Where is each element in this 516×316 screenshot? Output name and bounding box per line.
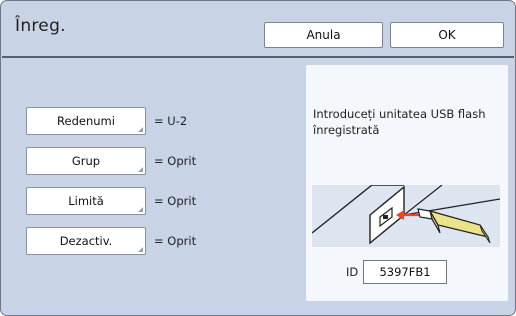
disable-value: = Oprit bbox=[154, 234, 197, 248]
rename-button[interactable]: Redenumi bbox=[26, 107, 146, 135]
usb-insert-icon bbox=[311, 184, 501, 245]
page-title: Înreg. bbox=[15, 16, 66, 36]
group-button[interactable]: Grup bbox=[26, 147, 146, 175]
limit-button[interactable]: Limită bbox=[26, 187, 146, 215]
id-label: ID bbox=[346, 265, 359, 279]
ok-button[interactable]: OK bbox=[390, 22, 504, 48]
limit-value: = Oprit bbox=[154, 194, 197, 208]
dialog-header: Înreg. Anula OK bbox=[2, 2, 514, 58]
usb-insert-illustration bbox=[311, 184, 501, 247]
cancel-button[interactable]: Anula bbox=[264, 22, 383, 48]
dialog-body: Redenumi = U-2 Grup = Oprit Limită = Opr… bbox=[8, 65, 508, 310]
group-value: = Oprit bbox=[154, 154, 197, 168]
usb-instruction: Introduceți unitatea USB flash înregistr… bbox=[313, 107, 486, 137]
register-dialog: Înreg. Anula OK Redenumi = U-2 Grup = Op… bbox=[0, 0, 516, 316]
id-field: 5397FB1 bbox=[363, 260, 447, 284]
disable-button[interactable]: Dezactiv. bbox=[26, 227, 146, 255]
rename-value: = U-2 bbox=[154, 114, 188, 128]
settings-list: Redenumi = U-2 Grup = Oprit Limită = Opr… bbox=[8, 65, 306, 310]
usb-panel: Introduceți unitatea USB flash înregistr… bbox=[306, 65, 508, 301]
